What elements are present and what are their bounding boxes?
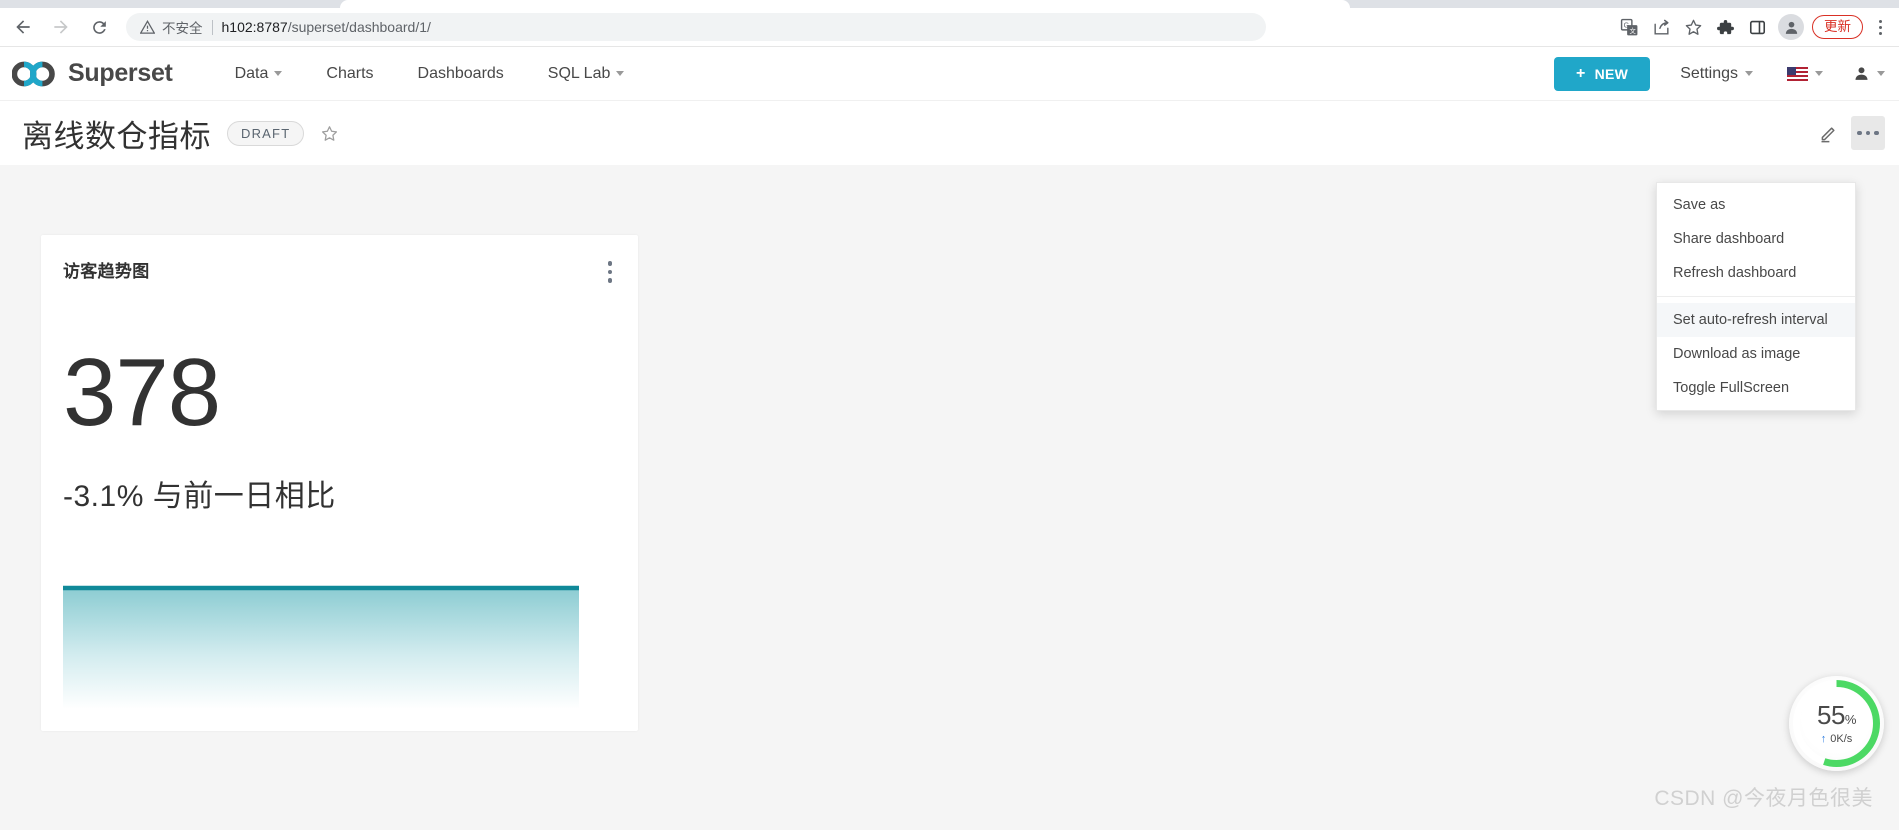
pencil-edit-icon bbox=[1821, 126, 1835, 142]
reload-button[interactable] bbox=[84, 12, 114, 42]
menu-item-save-as[interactable]: Save as bbox=[1657, 188, 1855, 222]
superset-infinity-logo-icon bbox=[12, 61, 55, 86]
user-avatar-icon bbox=[1855, 67, 1868, 80]
menu-item-download-as-image[interactable]: Download as image bbox=[1657, 337, 1855, 371]
browser-update-button[interactable]: 更新 bbox=[1812, 15, 1863, 39]
chart-card-header: 访客趋势图 bbox=[41, 235, 638, 287]
menu-item-set-auto-refresh-interval[interactable]: Set auto-refresh interval bbox=[1657, 303, 1855, 337]
star-outline-icon bbox=[322, 125, 338, 141]
side-panel-icon[interactable] bbox=[1742, 12, 1772, 42]
profile-avatar-button[interactable] bbox=[1778, 14, 1804, 40]
translate-icon[interactable]: G 文 bbox=[1614, 12, 1644, 42]
sparkline-area-fill bbox=[63, 590, 579, 709]
nav-item-data-label: Data bbox=[234, 64, 269, 82]
menu-item-toggle-fullscreen[interactable]: Toggle FullScreen bbox=[1657, 371, 1855, 405]
dashboard-actions-dropdown[interactable]: Save as Share dashboard Refresh dashboar… bbox=[1656, 182, 1856, 411]
chart-title: 访客趋势图 bbox=[63, 262, 150, 281]
chevron-down-icon bbox=[1745, 71, 1753, 76]
extensions-puzzle-icon[interactable] bbox=[1710, 12, 1740, 42]
url-host: h102:8787 bbox=[221, 19, 288, 35]
back-arrow-icon bbox=[16, 20, 30, 34]
bookmark-star-icon[interactable] bbox=[1678, 12, 1708, 42]
language-selector[interactable] bbox=[1787, 66, 1823, 81]
dashboard-canvas: 访客趋势图 378 -3.1% 与前一日相比 bbox=[0, 165, 1899, 830]
url-path: /superset/dashboard/1/ bbox=[287, 19, 431, 35]
nav-item-sql-lab[interactable]: SQL Lab bbox=[526, 65, 647, 83]
cpu-percent-number: 55 bbox=[1817, 700, 1845, 730]
chevron-down-icon bbox=[616, 71, 625, 76]
big-number-value: 378 bbox=[63, 338, 221, 446]
card-menu-kebab-icon[interactable] bbox=[604, 257, 617, 287]
menu-item-share-dashboard[interactable]: Share dashboard bbox=[1657, 222, 1855, 256]
menu-divider bbox=[1657, 296, 1855, 297]
nav-item-sql-lab-label: SQL Lab bbox=[547, 64, 611, 82]
forward-button[interactable] bbox=[46, 12, 76, 42]
back-button[interactable] bbox=[8, 12, 38, 42]
browser-tab-inactive[interactable] bbox=[1358, 0, 1548, 8]
settings-label: Settings bbox=[1680, 64, 1738, 82]
chevron-down-icon bbox=[1815, 71, 1823, 76]
navbar-right: + NEW Settings bbox=[1553, 56, 1899, 91]
brand-label: Superset bbox=[68, 59, 173, 87]
chart-card[interactable]: 访客趋势图 378 -3.1% 与前一日相比 bbox=[41, 235, 638, 731]
edit-dashboard-button[interactable] bbox=[1811, 116, 1845, 150]
svg-text:文: 文 bbox=[1629, 26, 1636, 35]
status-badge[interactable]: DRAFT bbox=[227, 120, 305, 146]
up-arrow-icon: ↑ bbox=[1820, 733, 1827, 745]
forward-arrow-icon bbox=[54, 20, 68, 34]
superset-navbar: Superset Data Charts Dashboards SQL Lab … bbox=[0, 47, 1899, 101]
superset-brand[interactable]: Superset bbox=[12, 59, 173, 88]
chevron-down-icon bbox=[274, 71, 283, 76]
new-button-label: NEW bbox=[1594, 65, 1629, 82]
chevron-down-icon bbox=[1877, 71, 1885, 76]
page-title[interactable]: 离线数仓指标 bbox=[22, 111, 211, 156]
more-horizontal-icon bbox=[1857, 130, 1879, 136]
plus-icon: + bbox=[1575, 64, 1586, 82]
dashboard-header: 离线数仓指标 DRAFT bbox=[0, 101, 1899, 165]
omnibox-divider bbox=[211, 19, 213, 35]
nav-links: Data Charts Dashboards SQL Lab bbox=[213, 65, 647, 83]
settings-menu[interactable]: Settings bbox=[1680, 65, 1753, 83]
cpu-percent-value: 55% bbox=[1817, 702, 1856, 728]
network-rate: ↑ 0K/s bbox=[1817, 734, 1856, 745]
network-rate-value: 0K/s bbox=[1830, 733, 1853, 745]
dashboard-more-button[interactable] bbox=[1851, 116, 1885, 150]
sparkline-area-chart bbox=[63, 581, 579, 709]
share-icon[interactable] bbox=[1646, 12, 1676, 42]
sparkline-svg bbox=[63, 585, 579, 709]
dashboard-header-actions bbox=[1811, 116, 1899, 150]
system-monitor-widget[interactable]: 55% ↑ 0K/s bbox=[1789, 676, 1884, 771]
address-bar[interactable]: 不安全 h102:8787/superset/dashboard/1/ bbox=[126, 13, 1266, 41]
user-menu[interactable] bbox=[1853, 65, 1885, 82]
reload-icon bbox=[92, 20, 106, 34]
nav-item-data[interactable]: Data bbox=[213, 65, 305, 83]
nav-item-dashboards-label: Dashboards bbox=[417, 64, 504, 82]
big-number-comparison: -3.1% 与前一日相比 bbox=[63, 479, 336, 513]
url-text: h102:8787/superset/dashboard/1/ bbox=[222, 19, 431, 35]
nav-item-charts-label: Charts bbox=[326, 64, 374, 82]
browser-toolbar-actions: G 文 更新 bbox=[1614, 12, 1899, 42]
new-button[interactable]: + NEW bbox=[1553, 56, 1651, 91]
favorite-star-button[interactable] bbox=[320, 124, 339, 143]
profile-avatar-icon bbox=[1785, 21, 1797, 34]
not-secure-warning-icon bbox=[140, 19, 155, 35]
browser-menu-icon[interactable] bbox=[1867, 12, 1893, 42]
us-flag-icon bbox=[1787, 66, 1808, 81]
nav-item-dashboards[interactable]: Dashboards bbox=[396, 65, 526, 83]
watermark: CSDN @今夜月色很美 bbox=[1654, 787, 1873, 810]
browser-tab-active[interactable] bbox=[340, 0, 1350, 8]
browser-tab-strip bbox=[0, 0, 1899, 8]
percent-symbol: % bbox=[1844, 712, 1857, 727]
nav-item-charts[interactable]: Charts bbox=[304, 65, 395, 83]
widget-readout: 55% ↑ 0K/s bbox=[1817, 702, 1856, 745]
menu-item-refresh-dashboard[interactable]: Refresh dashboard bbox=[1657, 256, 1855, 290]
security-label: 不安全 bbox=[162, 21, 203, 36]
browser-toolbar: 不安全 h102:8787/superset/dashboard/1/ G 文 bbox=[0, 8, 1899, 46]
